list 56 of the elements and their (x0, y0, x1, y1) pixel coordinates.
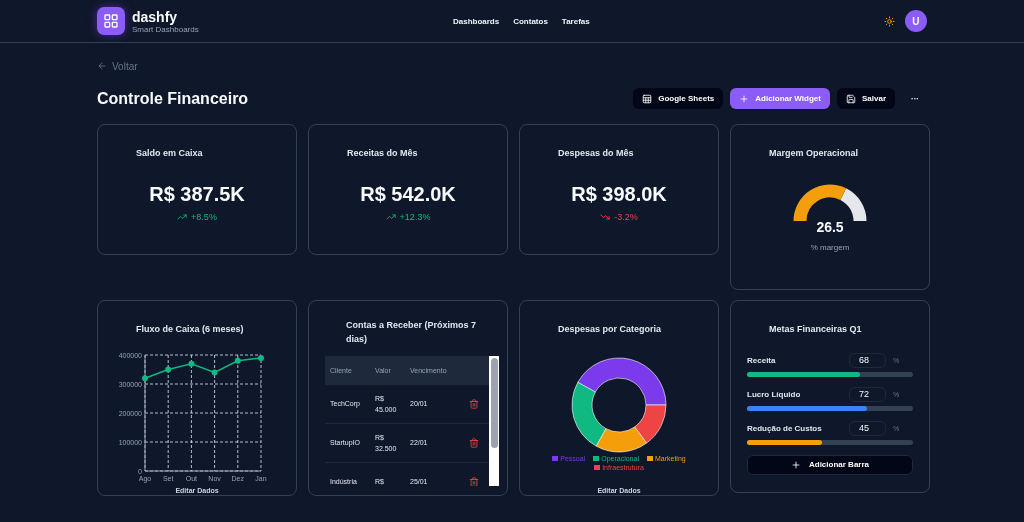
goal-input[interactable]: 68 (849, 352, 886, 368)
add-widget-button[interactable]: Adicionar Widget (730, 88, 830, 109)
trend-up-icon (177, 211, 188, 222)
arrow-left-icon (97, 61, 107, 71)
grid-icon (103, 13, 119, 29)
goal-label: Redução de Custos (747, 423, 823, 433)
delete-icon[interactable] (469, 438, 479, 448)
card-title: Contas a Receber (Próximos 7 dias) (346, 319, 478, 346)
card-title: Receitas do Mês (347, 147, 418, 160)
nav-link[interactable]: Contatos (513, 16, 548, 26)
kpi-value: R$ 398.0K (571, 182, 667, 206)
data-point (234, 357, 241, 364)
card-title: Saldo em Caixa (136, 147, 203, 160)
table-icon (642, 93, 653, 104)
kpi-change: -3.2% (600, 211, 638, 222)
goal-label: Lucro Líquido (747, 389, 802, 399)
data-point (142, 374, 148, 381)
kpi-value: R$ 387.5K (149, 182, 245, 206)
trend-down-icon (600, 211, 611, 222)
add-bar-button[interactable]: Adicionar Barra (747, 454, 913, 475)
delete-icon[interactable] (469, 477, 479, 486)
nav-link[interactable]: Dashboards (452, 16, 500, 26)
plus-icon (791, 459, 801, 470)
goal-input[interactable]: 45 (849, 420, 886, 436)
user-avatar[interactable]: U (905, 10, 927, 32)
data-point (188, 360, 195, 367)
card-title: Despesas do Mês (558, 147, 634, 160)
kpi-value: R$ 542.0K (360, 182, 456, 206)
trend-up-icon (385, 211, 396, 222)
more-button[interactable]: ··· (902, 88, 928, 109)
nav-link[interactable]: Tarefas (561, 16, 590, 26)
back-link[interactable]: Voltar (97, 60, 138, 72)
data-point (258, 354, 264, 361)
data-point (211, 368, 218, 375)
page-title: Controle Financeiro (97, 89, 250, 108)
sheets-button[interactable]: Google Sheets (633, 88, 724, 109)
card-title: Despesas por Categoria (558, 323, 662, 336)
save-button[interactable]: Salvar (836, 88, 895, 109)
goal-label: Receita (747, 355, 777, 365)
data-point (165, 366, 172, 372)
goal-input[interactable]: 72 (849, 386, 886, 402)
logo[interactable] (97, 7, 125, 35)
theme-toggle-icon[interactable] (884, 15, 895, 27)
card-title: Margem Operacional (769, 147, 859, 160)
card-title: Metas Financeiras Q1 (769, 323, 862, 336)
plus-icon (739, 93, 750, 104)
brand-tagline: Smart Dashboards (132, 24, 199, 34)
card-title: Fluxo de Caixa (6 meses) (136, 323, 244, 336)
gauge-value: 26.5 (816, 218, 844, 235)
delete-icon[interactable] (469, 399, 479, 409)
kpi-change: +12.3% (385, 211, 431, 222)
scrollbar[interactable] (489, 356, 499, 486)
gauge-unit: % margem (810, 242, 850, 252)
kpi-change: +8.5% (177, 211, 217, 222)
save-icon (845, 93, 856, 104)
brand-name: dashfy (132, 8, 178, 25)
